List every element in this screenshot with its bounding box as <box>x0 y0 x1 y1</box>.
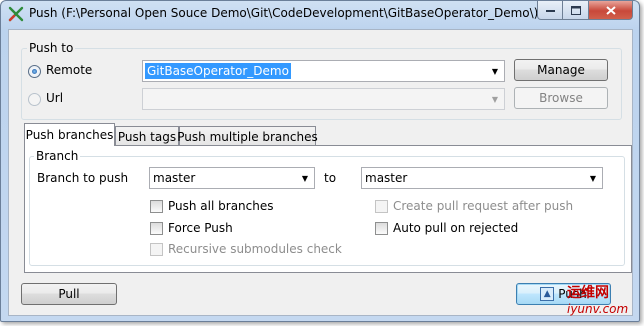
dialog-client-area: Push to Remote GitBaseOperator_Demo ▼ Ma… <box>8 29 633 316</box>
chevron-down-icon[interactable]: ▼ <box>586 168 600 188</box>
local-branch-value: master <box>153 171 196 185</box>
chevron-down-icon[interactable]: ▼ <box>488 89 502 109</box>
url-combobox[interactable]: ▼ <box>142 88 505 110</box>
local-branch-combobox[interactable]: master ▼ <box>149 167 315 189</box>
remote-combobox-value: GitBaseOperator_Demo <box>145 63 291 79</box>
minimize-button[interactable] <box>537 1 563 20</box>
url-label: Url <box>46 91 64 105</box>
push-button-label: Push <box>558 287 587 301</box>
to-label: to <box>324 171 337 185</box>
browse-button[interactable]: Browse <box>514 87 608 109</box>
title-bar[interactable]: Push (F:\Personal Open Souce Demo\Git\Co… <box>1 1 639 27</box>
pull-button[interactable]: Pull <box>21 283 117 305</box>
arrow-up-icon: ▲ <box>540 287 555 301</box>
push-all-branches-label: Push all branches <box>168 199 274 213</box>
chevron-down-icon[interactable]: ▼ <box>298 168 312 188</box>
force-push-label: Force Push <box>168 221 233 235</box>
tab-push-multiple-branches[interactable]: Push multiple branches <box>177 126 318 146</box>
manage-button[interactable]: Manage <box>514 59 608 81</box>
remote-combobox[interactable]: GitBaseOperator_Demo ▼ <box>142 60 505 82</box>
create-pull-request-checkbox[interactable] <box>375 200 388 213</box>
auto-pull-checkbox[interactable] <box>375 222 388 235</box>
url-radio[interactable] <box>28 93 41 106</box>
maximize-icon <box>570 5 581 15</box>
minimize-icon <box>545 10 555 12</box>
push-dialog-window: Push (F:\Personal Open Souce Demo\Git\Co… <box>0 0 640 322</box>
auto-pull-label: Auto pull on rejected <box>393 221 519 235</box>
force-push-checkbox[interactable] <box>150 222 163 235</box>
tab-push-tags[interactable]: Push tags <box>115 126 179 146</box>
window-title: Push (F:\Personal Open Souce Demo\Git\Co… <box>29 6 539 20</box>
push-all-branches-checkbox[interactable] <box>150 200 163 213</box>
remote-branch-combobox[interactable]: master ▼ <box>361 167 603 189</box>
branch-group-label: Branch <box>34 149 81 163</box>
maximize-button[interactable] <box>563 1 589 20</box>
tab-push-branches[interactable]: Push branches <box>24 123 115 146</box>
remote-branch-value: master <box>365 171 408 185</box>
git-extensions-icon <box>8 6 24 22</box>
chevron-down-icon[interactable]: ▼ <box>488 61 502 81</box>
push-button[interactable]: ▲ Push <box>516 283 611 305</box>
window-controls <box>537 1 633 20</box>
close-button[interactable] <box>589 1 633 20</box>
branch-to-push-label: Branch to push <box>37 171 129 185</box>
push-to-group-label: Push to <box>27 41 76 55</box>
recursive-submodules-checkbox[interactable] <box>150 243 163 256</box>
create-pull-request-label: Create pull request after push <box>393 199 574 213</box>
remote-label: Remote <box>46 63 93 77</box>
remote-radio[interactable] <box>28 65 41 78</box>
recursive-submodules-label: Recursive submodules check <box>168 242 342 256</box>
close-icon <box>605 5 616 15</box>
